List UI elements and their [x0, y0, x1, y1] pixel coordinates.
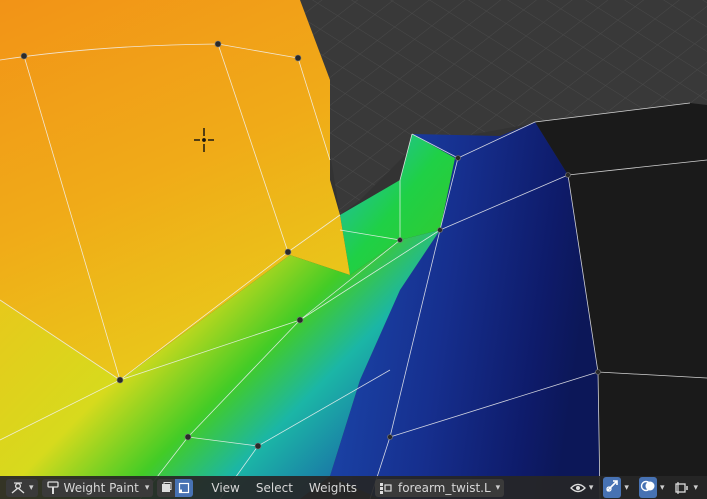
menu-select[interactable]: Select	[256, 481, 293, 495]
3d-viewport[interactable]: ▾ Weight Paint ▾ View Select Weights for…	[0, 0, 707, 499]
mode-selector[interactable]: Weight Paint ▾	[41, 478, 154, 497]
gizmo-icon	[606, 480, 619, 492]
shading-icon	[675, 481, 689, 494]
vertex-group-icon	[379, 482, 392, 494]
overlays-icon-bg	[638, 477, 657, 498]
editor-type-icon	[11, 481, 25, 494]
overlays-icon	[640, 480, 655, 492]
vertex-group-label: forearm_twist.L	[397, 480, 491, 495]
chevron-down-icon: ▾	[144, 482, 150, 493]
chevron-down-icon: ▾	[29, 482, 34, 493]
gizmo-icon-bg	[603, 477, 622, 498]
vertex-mask-toggle[interactable]	[175, 478, 194, 497]
chevron-down-icon: ▾	[495, 482, 501, 493]
vertex-group-selector[interactable]: forearm_twist.L ▾	[374, 478, 505, 497]
menu-view[interactable]: View	[211, 481, 239, 495]
chevron-down-icon: ▾	[659, 482, 665, 493]
face-select-icon	[162, 481, 172, 492]
visibility-button[interactable]: ▾	[567, 479, 597, 497]
paint-mask-toggles	[157, 478, 194, 497]
mode-label: Weight Paint	[63, 480, 139, 495]
gizmo-toggle[interactable]: ▾	[600, 477, 632, 498]
menu-weights[interactable]: Weights	[309, 481, 357, 495]
xray-toggle[interactable]: ▾	[671, 479, 701, 497]
face-mask-toggle[interactable]	[157, 478, 176, 497]
overlays-toggle[interactable]: ▾	[636, 477, 668, 498]
chevron-down-icon: ▾	[624, 482, 629, 493]
viewport-header: ▾ Weight Paint ▾ View Select Weights for…	[0, 476, 707, 499]
weight-paint-mesh-view[interactable]	[0, 0, 707, 499]
editor-type-button[interactable]: ▾	[6, 478, 38, 497]
chevron-down-icon: ▾	[693, 482, 698, 493]
eye-icon	[569, 483, 586, 492]
vertex-select-icon	[179, 482, 190, 493]
weight-paint-brush-icon	[46, 480, 59, 494]
chevron-down-icon: ▾	[588, 482, 594, 493]
